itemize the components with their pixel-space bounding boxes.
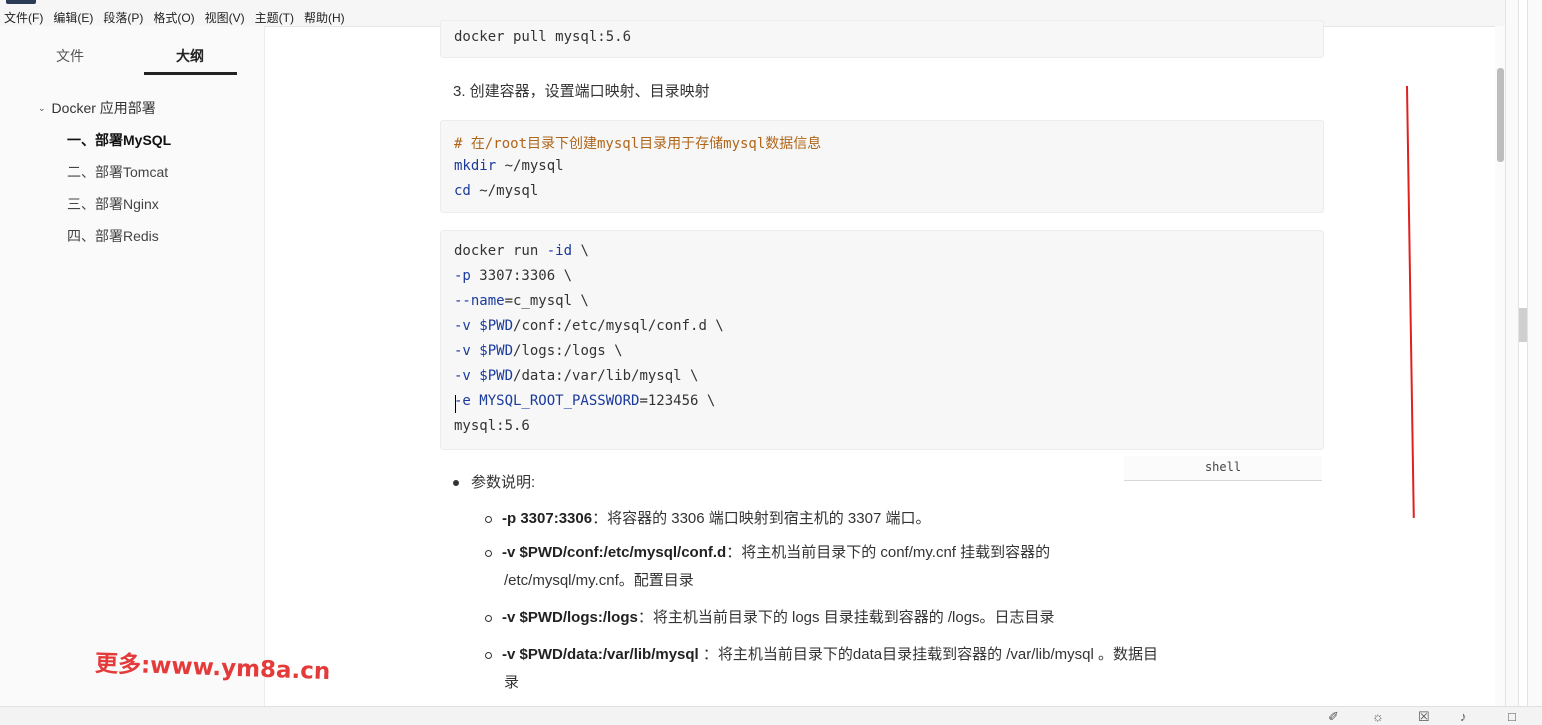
code-text: /conf:/etc/mysql/conf.d \ (513, 318, 724, 334)
code-line: --name=c_mysql \ (454, 293, 589, 309)
param-item: -p 3307:3306：将容器的 3306 端口映射到宿主机的 3307 端口… (485, 505, 930, 533)
bullet-text: 参数说明: (471, 474, 536, 491)
param-flag: -v $PWD/logs:/logs (502, 609, 638, 626)
param-desc-continued: /etc/mysql/my.cnf。配置目录 (504, 572, 694, 589)
code-flag: --name (454, 293, 505, 309)
code-arg: ~/mysql (496, 158, 564, 174)
code-text: =c_mysql \ (504, 293, 589, 309)
chevron-down-icon[interactable]: ⌄ (38, 103, 46, 114)
code-variable: $PWD (470, 343, 514, 359)
outline-item-nginx[interactable]: 三、部署Nginx (67, 194, 159, 214)
param-desc: ：将主机当前目录下的 conf/my.cnf 挂载到容器的 (726, 544, 1051, 561)
code-line: -v $PWD/data:/var/lib/mysql \ (454, 368, 698, 384)
app-logo-icon (6, 0, 36, 4)
code-flag: -e (454, 393, 471, 409)
status-bar: ✐ ☼ ☒ ♪ □ (0, 706, 1542, 725)
code-variable: MYSQL_ROOT_PASSWORD (470, 393, 640, 409)
code-variable: $PWD (470, 318, 514, 334)
outline-root-label: Docker 应用部署 (51, 100, 156, 116)
text-cursor (455, 395, 456, 413)
code-line: cd ~/mysql (454, 183, 538, 199)
param-flag: -v $PWD/data:/var/lib/mysql (502, 646, 699, 663)
code-flag: -v (454, 368, 471, 384)
bullet-circle-icon (485, 614, 492, 622)
code-comment: # 在/root目录下创建mysql目录用于存储mysql数据信息 (454, 136, 822, 152)
code-flag: -v (454, 343, 471, 359)
step-heading: 3. 创建容器，设置端口映射、目录映射 (453, 83, 710, 100)
param-desc: ：将主机当前目录下的 logs 目录挂载到容器的 /logs。日志目录 (637, 609, 1055, 626)
outline-item-redis[interactable]: 四、部署Redis (67, 226, 159, 246)
share-icon[interactable]: ☼ (1372, 709, 1384, 724)
code-text: /logs:/logs \ (513, 343, 623, 359)
code-line: -v $PWD/logs:/logs \ (454, 343, 623, 359)
editor-content[interactable]: docker pull mysql:5.6 3. 创建容器，设置端口映射、目录映… (265, 20, 1505, 706)
menu-paragraph[interactable]: 段落(P) (103, 9, 143, 26)
menu-help[interactable]: 帮助(H) (304, 9, 345, 26)
param-item: -v $PWD/data:/var/lib/mysql ：将主机当前目录下的da… (485, 641, 1158, 697)
right-panel-edge (1505, 0, 1542, 706)
editor-scrollbar-thumb[interactable] (1497, 68, 1504, 162)
code-block-docker-run[interactable]: docker run -id \ -p 3307:3306 \ --name=c… (440, 230, 1324, 450)
menu-theme[interactable]: 主题(T) (255, 9, 294, 26)
bullet-dot-icon (453, 480, 459, 487)
menu-format[interactable]: 格式(O) (153, 9, 194, 26)
code-block-mkdir[interactable]: # 在/root目录下创建mysql目录用于存储mysql数据信息 mkdir … (440, 120, 1324, 213)
code-block-pull[interactable]: docker pull mysql:5.6 (440, 20, 1324, 58)
param-desc: ：将主机当前目录下的data目录挂载到容器的 /var/lib/mysql 。数… (698, 646, 1158, 663)
param-flag: -v $PWD/conf:/etc/mysql/conf.d (502, 544, 727, 561)
code-arg: ~/mysql (470, 183, 539, 199)
bullet-circle-icon (485, 549, 492, 557)
code-text: =123456 \ (639, 393, 716, 409)
code-line: -p 3307:3306 \ (454, 268, 572, 284)
code-line: docker run -id \ (454, 243, 589, 259)
bullet-circle-icon (485, 515, 492, 523)
param-item: -v $PWD/logs:/logs：将主机当前目录下的 logs 目录挂载到容… (485, 604, 1055, 632)
outline-item-tomcat[interactable]: 二、部署Tomcat (67, 162, 168, 182)
bullet-circle-icon (485, 651, 492, 659)
menu-edit[interactable]: 编辑(E) (53, 9, 93, 26)
sidebar: 文件 大纲 ⌄ Docker 应用部署 一、部署MySQL 二、部署Tomcat… (0, 26, 265, 706)
code-language-label[interactable]: shell (1124, 456, 1322, 481)
outer-scrollbar[interactable] (1518, 0, 1528, 706)
code-line: -e MYSQL_ROOT_PASSWORD=123456 \ (454, 393, 715, 409)
outer-scrollbar-thumb[interactable] (1519, 308, 1527, 342)
code-variable: $PWD (470, 368, 514, 384)
code-flag: -id (546, 243, 573, 259)
bullet-item: 参数说明: (453, 471, 535, 492)
param-flag: -p 3307:3306 (502, 510, 593, 527)
volume-icon[interactable]: ♪ (1460, 709, 1467, 724)
param-desc: ：将容器的 3306 端口映射到宿主机的 3307 端口。 (592, 510, 931, 527)
code-text: 3307:3306 \ (470, 268, 573, 284)
code-text: docker run (454, 243, 547, 259)
outline-item-mysql[interactable]: 一、部署MySQL (67, 130, 171, 150)
tab-files[interactable]: 文件 (56, 46, 84, 66)
code-line: -v $PWD/conf:/etc/mysql/conf.d \ (454, 318, 724, 334)
code-line: mkdir ~/mysql (454, 158, 564, 174)
param-item: -v $PWD/conf:/etc/mysql/conf.d：将主机当前目录下的… (485, 539, 1050, 595)
code-line: docker pull mysql:5.6 (454, 29, 632, 45)
param-desc-continued: 录 (504, 674, 520, 691)
outline-root-item[interactable]: ⌄ Docker 应用部署 (38, 98, 156, 118)
pin-icon[interactable]: ✐ (1328, 709, 1339, 725)
code-line: mysql:5.6 (454, 418, 530, 434)
delete-icon[interactable]: ☒ (1418, 709, 1430, 725)
tab-active-underline (144, 72, 237, 75)
window-icon[interactable]: □ (1508, 709, 1516, 724)
code-text: /data:/var/lib/mysql \ (513, 368, 699, 384)
menu-view[interactable]: 视图(V) (205, 9, 245, 26)
code-text: \ (572, 243, 589, 259)
code-flag: -v (454, 318, 471, 334)
code-keyword: cd (454, 183, 471, 199)
code-flag: -p (454, 268, 471, 284)
tab-outline[interactable]: 大纲 (176, 46, 204, 66)
code-keyword: mkdir (454, 158, 497, 174)
menu-file[interactable]: 文件(F) (4, 9, 43, 26)
